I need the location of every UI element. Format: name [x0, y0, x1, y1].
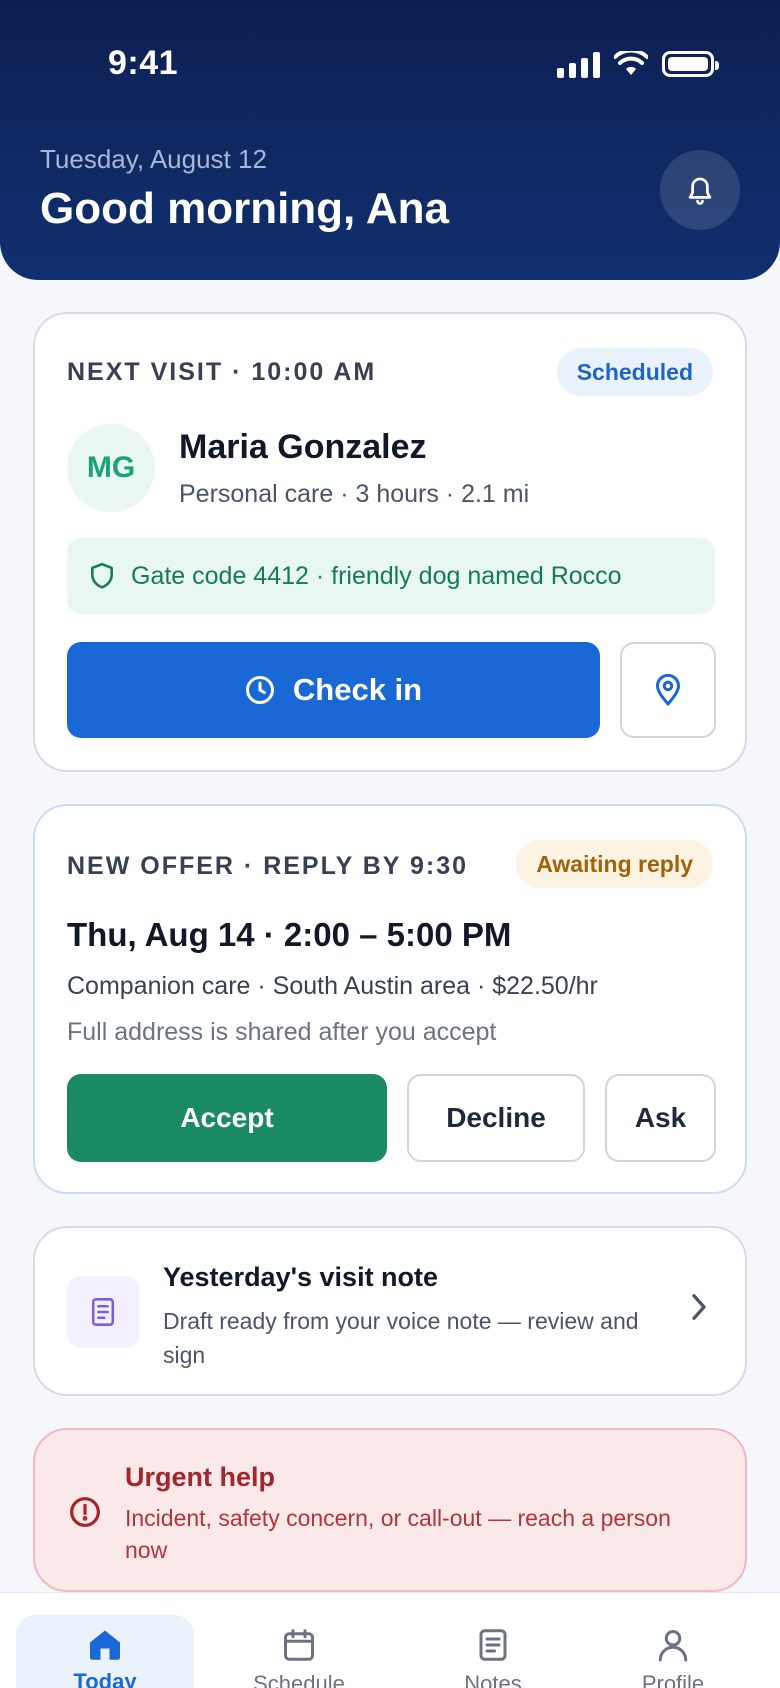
nav-profile-label: Profile: [641, 1671, 705, 1688]
nav-schedule-label: Schedule: [253, 1671, 345, 1688]
accept-button[interactable]: Accept: [67, 1074, 387, 1162]
bottom-nav: Today Schedule Notes Profile: [0, 1592, 780, 1688]
home-icon: [90, 1630, 120, 1660]
directions-button[interactable]: [620, 642, 716, 738]
greeting-title: Good morning, Ana: [40, 184, 449, 233]
check-in-label: Check in: [292, 672, 423, 707]
wifi-icon: [614, 51, 648, 75]
urgent-help-description: Incident, safety concern, or call-out — …: [125, 1505, 671, 1563]
nav-notes-label: Notes: [464, 1671, 522, 1688]
offer-details: Companion care · South Austin area · $22…: [67, 972, 598, 1000]
status-time: 9:41: [108, 44, 179, 82]
visit-note-description: Draft ready from your voice note — revie…: [163, 1308, 639, 1368]
calendar-icon: [284, 1629, 314, 1661]
alert-circle-icon: [70, 1497, 100, 1527]
next-visit-eyebrow: NEXT VISIT · 10:00 AM: [67, 358, 377, 386]
status-badge: Scheduled: [556, 348, 713, 396]
visit-details: Personal care · 3 hours · 2.1 mi: [179, 480, 530, 508]
urgent-help-title: Urgent help: [125, 1462, 276, 1492]
check-in-button[interactable]: Check in: [67, 642, 600, 738]
offer-eyebrow: NEW OFFER · REPLY BY 9:30: [67, 852, 469, 880]
signal-icon: [557, 50, 600, 78]
offer-status-badge: Awaiting reply: [516, 840, 713, 888]
date-label: Tuesday, August 12: [40, 144, 267, 174]
access-note-banner: Gate code 4412 · friendly dog named Rocc…: [67, 538, 715, 614]
clock-icon: [245, 676, 274, 704]
ask-button[interactable]: Ask: [605, 1074, 716, 1162]
offer-title: Thu, Aug 14 · 2:00 – 5:00 PM: [67, 916, 512, 953]
header: 9:41 Tuesday, August 12 Good morning, An…: [0, 0, 780, 280]
nav-today[interactable]: Today: [16, 1615, 194, 1688]
nav-schedule[interactable]: Schedule: [210, 1615, 388, 1688]
shield-icon: [91, 562, 113, 589]
new-offer-card: NEW OFFER · REPLY BY 9:30 Awaiting reply…: [33, 804, 747, 1194]
profile-icon: [658, 1630, 688, 1662]
nav-profile[interactable]: Profile: [584, 1615, 762, 1688]
avatar: MG: [67, 424, 155, 512]
next-visit-card: NEXT VISIT · 10:00 AM Scheduled MG Maria…: [33, 312, 747, 772]
access-note-text: Gate code 4412 · friendly dog named Rocc…: [131, 561, 622, 590]
nav-notes[interactable]: Notes: [404, 1615, 582, 1688]
visit-note-title: Yesterday's visit note: [163, 1262, 439, 1292]
battery-icon: [662, 51, 719, 77]
offer-note: Full address is shared after you accept: [67, 1018, 497, 1046]
notes-icon: [479, 1629, 507, 1661]
document-icon: [67, 1276, 139, 1348]
nav-today-label: Today: [73, 1669, 137, 1688]
client-name: Maria Gonzalez: [179, 428, 427, 466]
map-pin-icon: [655, 673, 681, 706]
bell-icon: [688, 177, 712, 205]
urgent-help-card[interactable]: Urgent help Incident, safety concern, or…: [33, 1428, 747, 1592]
notifications-button[interactable]: [660, 150, 740, 230]
visit-note-card[interactable]: Yesterday's visit note Draft ready from …: [33, 1226, 747, 1396]
status-icons: [557, 50, 719, 78]
decline-button[interactable]: Decline: [407, 1074, 585, 1162]
chevron-right-icon: [692, 1294, 706, 1320]
